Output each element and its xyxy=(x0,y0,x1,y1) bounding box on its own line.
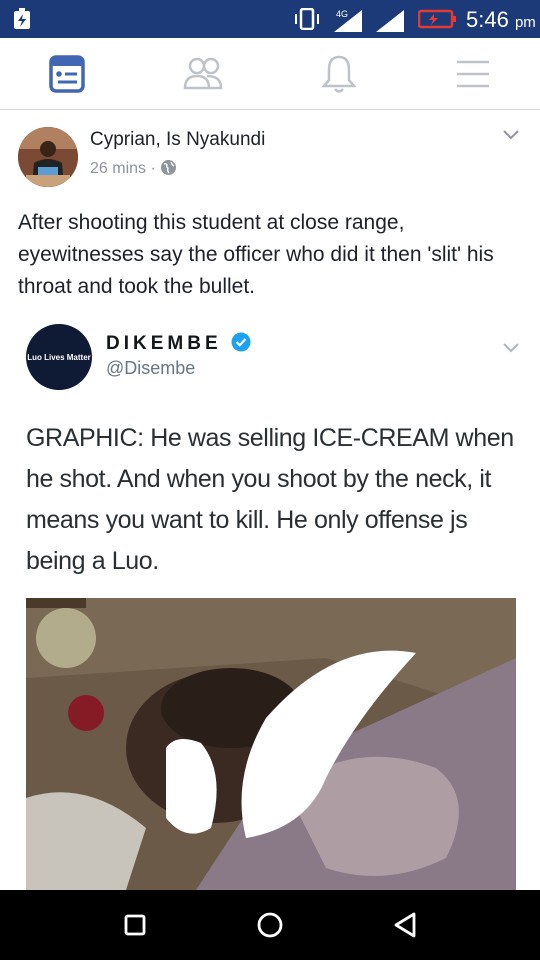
chevron-down-icon[interactable] xyxy=(500,338,522,356)
notifications-icon[interactable] xyxy=(314,52,364,96)
clock: 5:46 pm xyxy=(466,7,536,33)
charging-icon xyxy=(14,8,30,29)
clock-time: 5:46 xyxy=(466,7,509,32)
meta-separator: · xyxy=(150,160,156,177)
menu-icon[interactable] xyxy=(448,52,498,96)
tweet-name-text: DIKEMBE xyxy=(106,333,222,354)
tweet-handle[interactable]: @Disembe xyxy=(106,358,195,379)
home-circle-icon[interactable] xyxy=(253,908,287,942)
top-nav xyxy=(0,38,540,110)
embedded-tweet[interactable]: Luo Lives Matter DIKEMBE @Disembe GRAPHI… xyxy=(0,310,540,890)
post-time[interactable]: 26 mins xyxy=(90,160,146,177)
vibrate-icon xyxy=(295,8,319,30)
tweet-avatar[interactable]: Luo Lives Matter xyxy=(26,324,92,390)
signal-icon: 4G xyxy=(334,9,362,32)
android-nav-bar xyxy=(0,890,540,960)
network-type-label: 4G xyxy=(336,9,348,19)
battery-icon xyxy=(418,9,456,29)
friends-icon[interactable] xyxy=(178,52,228,96)
tweet-text: GRAPHIC: He was selling ICE-CREAM when h… xyxy=(26,424,514,575)
clock-ampm: pm xyxy=(514,14,536,31)
author-avatar[interactable] xyxy=(18,127,78,187)
photo-image xyxy=(26,598,516,890)
author-name[interactable]: Cyprian, Is Nyakundi xyxy=(90,129,265,151)
signal-icon xyxy=(376,10,404,32)
back-triangle-icon[interactable] xyxy=(388,908,422,942)
news-feed-icon[interactable] xyxy=(42,52,92,96)
post-meta: 26 mins · xyxy=(90,159,177,178)
tweet-display-name: DIKEMBE xyxy=(106,332,251,355)
post-text: After shooting this student at close ran… xyxy=(18,211,494,298)
tweet-photo[interactable] xyxy=(26,598,516,890)
recents-square-icon[interactable] xyxy=(118,908,152,942)
chevron-down-icon[interactable] xyxy=(500,125,522,143)
status-bar: 4G 5:46 pm xyxy=(0,0,540,38)
verified-badge-icon xyxy=(231,332,251,352)
avatar-photo xyxy=(18,127,78,187)
globe-icon xyxy=(161,160,177,175)
